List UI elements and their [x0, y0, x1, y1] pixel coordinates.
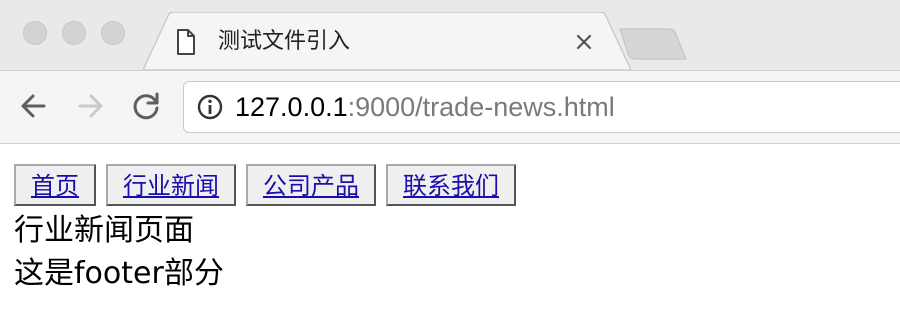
document-icon [177, 29, 195, 55]
new-tab-button[interactable] [618, 27, 688, 61]
nav-industry-news-button[interactable]: 行业新闻 [106, 164, 236, 206]
window-close-button[interactable] [23, 21, 47, 45]
tab-strip: 测试文件引入 [0, 0, 900, 72]
url-path: :9000/trade-news.html [347, 92, 615, 122]
window-maximize-button[interactable] [101, 21, 125, 45]
close-icon[interactable] [572, 30, 596, 54]
active-tab[interactable] [143, 12, 633, 72]
url-host: 127.0.0.1 [235, 92, 348, 122]
reload-icon[interactable] [128, 88, 164, 124]
back-icon[interactable] [16, 88, 52, 124]
url-text[interactable]: 127.0.0.1:9000/trade-news.html [235, 89, 615, 125]
nav-contact-us-button[interactable]: 联系我们 [386, 164, 516, 206]
nav-home-button[interactable]: 首页 [14, 164, 96, 206]
site-nav: 首页 行业新闻 公司产品 联系我们 [14, 164, 516, 206]
tab-title: 测试文件引入 [218, 29, 351, 54]
info-icon[interactable] [196, 93, 224, 121]
nav-company-products-button[interactable]: 公司产品 [246, 164, 376, 206]
forward-icon[interactable] [72, 88, 108, 124]
page-footer: 这是footer部分 [14, 256, 224, 291]
window-minimize-button[interactable] [62, 21, 86, 45]
page-heading: 行业新闻页面 [14, 213, 194, 248]
page-content: 首页 行业新闻 公司产品 联系我们 行业新闻页面 这是footer部分 [0, 144, 900, 336]
